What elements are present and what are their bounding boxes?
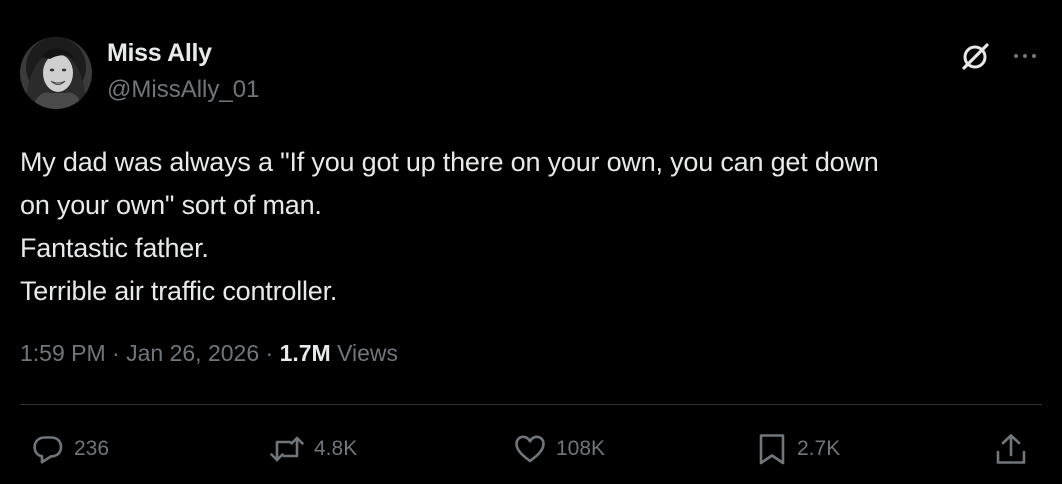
share-icon xyxy=(996,434,1026,464)
like-button[interactable]: 108K xyxy=(512,430,605,468)
meta-separator: · xyxy=(265,340,274,366)
reply-icon xyxy=(33,436,63,464)
views-label: Views xyxy=(337,340,399,366)
grok-icon[interactable] xyxy=(958,40,992,74)
display-name[interactable]: Miss Ally xyxy=(107,39,212,68)
avatar[interactable] xyxy=(20,37,92,109)
bookmark-count: 2.7K xyxy=(797,437,841,460)
repost-count: 4.8K xyxy=(314,437,358,460)
bookmark-button[interactable]: 2.7K xyxy=(755,430,840,468)
tweet-meta: 1:59 PM · Jan 26, 2026 · 1.7M Views xyxy=(20,340,398,367)
meta-separator: · xyxy=(112,340,120,366)
heart-icon xyxy=(515,435,545,463)
reply-count: 236 xyxy=(74,437,110,460)
share-button[interactable] xyxy=(992,430,1030,468)
tweet-text-line: My dad was always a "If you got up there… xyxy=(20,147,879,177)
tweet-time[interactable]: 1:59 PM xyxy=(20,340,106,366)
handle[interactable]: @MissAlly_01 xyxy=(107,76,259,104)
divider xyxy=(20,404,1042,405)
tweet-date[interactable]: Jan 26, 2026 xyxy=(126,340,259,366)
avatar-photo xyxy=(20,37,92,109)
like-count: 108K xyxy=(556,437,606,460)
repost-icon xyxy=(270,436,304,462)
tweet-text-line: Terrible air traffic controller. xyxy=(20,276,338,306)
tweet-card: Miss Ally @MissAlly_01 My dad was always… xyxy=(0,0,1062,484)
views-count: 1.7M xyxy=(279,340,331,366)
reply-button[interactable]: 236 xyxy=(30,430,109,468)
more-icon[interactable] xyxy=(1008,40,1042,74)
tweet-text-line: Fantastic father. xyxy=(20,233,209,263)
repost-button[interactable]: 4.8K xyxy=(268,430,357,468)
bookmark-icon xyxy=(759,434,785,465)
tweet-text-line: on your own" sort of man. xyxy=(20,190,322,220)
tweet-text: My dad was always a "If you got up there… xyxy=(20,141,1045,313)
